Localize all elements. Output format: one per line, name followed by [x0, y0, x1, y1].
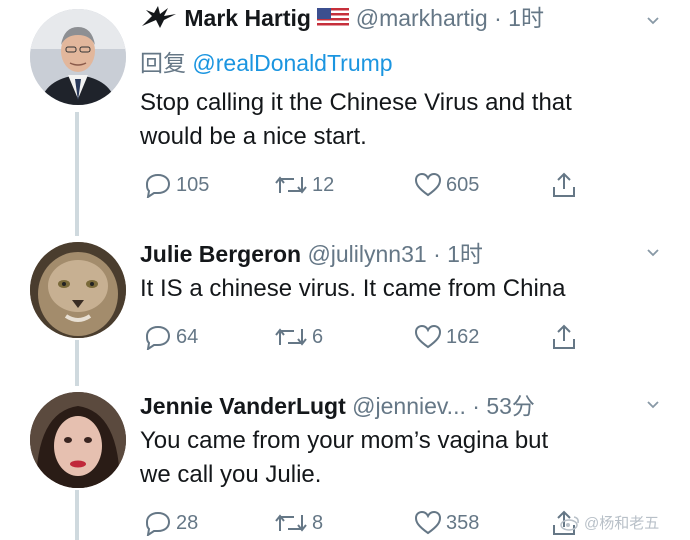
timestamp[interactable]: 1时 [508, 5, 544, 31]
tweet-text-line: It IS a chinese virus. It came from Chin… [140, 275, 566, 302]
retweet-icon [275, 176, 307, 194]
tweet-text: You came from your mom’s vagina but we c… [140, 424, 660, 492]
like-button[interactable]: 358 [414, 508, 479, 538]
reply-button[interactable]: 64 [144, 322, 198, 352]
retweet-icon [275, 514, 307, 532]
tweet-actions: 64 6 162 [140, 322, 660, 352]
chevron-down-icon[interactable] [646, 14, 660, 28]
tweet-text: Stop calling it the Chinese Virus and th… [140, 86, 660, 154]
tweet-actions: 105 12 605 [140, 170, 660, 200]
separator: · [433, 241, 441, 267]
avatar-image [30, 242, 126, 338]
share-icon [553, 324, 575, 349]
separator: · [494, 5, 502, 31]
tweet[interactable]: Julie Bergeron @julilynn31 · 1时 It IS a … [0, 230, 690, 380]
reply-icon [145, 325, 171, 350]
us-flag-icon [317, 8, 350, 28]
like-count: 358 [446, 511, 480, 534]
retweet-count: 12 [312, 173, 335, 196]
retweet-button[interactable]: 12 [274, 170, 334, 200]
avatar[interactable] [30, 9, 126, 105]
watermark-text: @杨和老五 [584, 515, 660, 532]
reply-count: 105 [176, 173, 210, 196]
reply-prefix: 回复 [140, 50, 186, 76]
separator: · [472, 393, 480, 419]
tweet[interactable]: Mark Hartig @markhartig · 1时 回复 @realDon… [0, 0, 690, 230]
like-button[interactable]: 605 [414, 170, 479, 200]
handle[interactable]: @julilynn31 [307, 241, 426, 267]
heart-icon [414, 510, 442, 535]
tweet-header: Mark Hartig @markhartig · 1时 [140, 4, 650, 32]
handle[interactable]: @markhartig [356, 5, 488, 31]
tweet-text: It IS a chinese virus. It came from Chin… [140, 272, 660, 306]
handle[interactable]: @jenniev... [352, 393, 466, 419]
mention-link[interactable]: @realDonaldTrump [192, 50, 392, 76]
reply-count: 28 [176, 511, 199, 534]
like-button[interactable]: 162 [414, 322, 479, 352]
share-button[interactable] [550, 322, 578, 352]
tweet-text-line: would be a nice start. [140, 123, 367, 150]
reply-count: 64 [176, 325, 199, 348]
chevron-down-icon[interactable] [646, 398, 660, 412]
heart-icon [414, 324, 442, 349]
eagle-icon [142, 6, 176, 28]
reply-context: 回复 @realDonaldTrump [140, 44, 393, 78]
timestamp[interactable]: 1时 [447, 241, 483, 267]
share-button[interactable] [550, 170, 578, 200]
tweet-header: Jennie VanderLugt @jenniev... · 53分 [140, 392, 650, 420]
retweet-button[interactable]: 6 [274, 322, 323, 352]
weibo-logo-icon [560, 515, 579, 531]
reply-icon [145, 511, 171, 536]
display-name[interactable]: Jennie VanderLugt [140, 393, 346, 419]
tweet-header: Julie Bergeron @julilynn31 · 1时 [140, 240, 650, 268]
retweet-icon [275, 328, 307, 346]
tweet-text-line: You came from your mom’s vagina but [140, 427, 549, 454]
retweet-button[interactable]: 8 [274, 508, 323, 538]
share-icon [553, 172, 575, 197]
avatar[interactable] [30, 392, 126, 488]
chevron-down-icon[interactable] [646, 246, 660, 260]
avatar-image [30, 392, 126, 488]
like-count: 162 [446, 325, 480, 348]
watermark: @杨和老五 [560, 512, 659, 533]
timestamp[interactable]: 53分 [486, 393, 535, 419]
avatar-image [30, 9, 126, 105]
reply-button[interactable]: 105 [144, 170, 209, 200]
reply-button[interactable]: 28 [144, 508, 198, 538]
like-count: 605 [446, 173, 480, 196]
display-name[interactable]: Julie Bergeron [140, 241, 301, 267]
display-name[interactable]: Mark Hartig [184, 5, 311, 31]
tweet-text-line: Stop calling it the Chinese Virus and th… [140, 89, 572, 116]
tweet-text-line: we call you Julie. [140, 461, 322, 488]
retweet-count: 8 [312, 511, 324, 534]
heart-icon [414, 172, 442, 197]
retweet-count: 6 [312, 325, 324, 348]
avatar[interactable] [30, 242, 126, 338]
reply-icon [145, 173, 171, 198]
